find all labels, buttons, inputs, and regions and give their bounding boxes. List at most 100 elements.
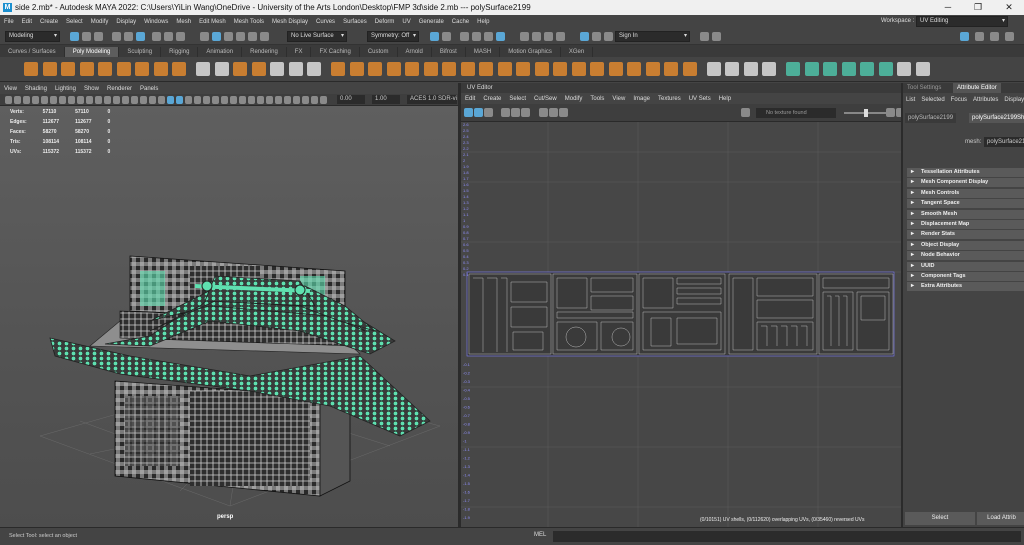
shelf-tab-mash[interactable]: MASH bbox=[466, 47, 501, 57]
viewport-tool-icon[interactable] bbox=[167, 95, 174, 104]
shelf-tab-sculpting[interactable]: Sculpting bbox=[119, 47, 162, 57]
menu-modify[interactable]: Modify bbox=[87, 19, 113, 25]
shelf-tool-icon[interactable] bbox=[79, 62, 94, 76]
viewport-tool-icon[interactable] bbox=[122, 95, 129, 104]
uv-menu-create[interactable]: Create bbox=[479, 96, 505, 102]
status-tool-icon[interactable] bbox=[556, 32, 565, 41]
shelf-tool-icon[interactable] bbox=[423, 62, 438, 76]
menu-file[interactable]: File bbox=[0, 19, 18, 25]
viewport-tool-icon[interactable] bbox=[221, 95, 228, 104]
menu-help[interactable]: Help bbox=[473, 19, 493, 25]
uv-tool-icon[interactable] bbox=[511, 108, 520, 117]
status-tool-icon[interactable] bbox=[224, 32, 233, 41]
status-tool-icon[interactable] bbox=[70, 32, 79, 41]
minimize-icon[interactable]: ─ bbox=[933, 0, 963, 15]
shelf-tool-icon[interactable] bbox=[214, 62, 229, 76]
viewport-menu-renderer[interactable]: Renderer bbox=[103, 86, 136, 92]
uv-tool-icon[interactable] bbox=[549, 108, 558, 117]
viewport-tool-icon[interactable] bbox=[113, 95, 120, 104]
uv-tool-icon[interactable] bbox=[539, 108, 548, 117]
shelf-tool-icon[interactable] bbox=[349, 62, 364, 76]
status-tool-icon[interactable] bbox=[975, 32, 984, 41]
shelf-tool-icon[interactable] bbox=[233, 62, 247, 76]
uv-menu-tools[interactable]: Tools bbox=[586, 96, 608, 102]
viewport-tool-icon[interactable] bbox=[41, 95, 48, 104]
status-tool-icon[interactable] bbox=[484, 32, 493, 41]
shelf-tool-icon[interactable] bbox=[878, 62, 893, 76]
viewport-menu-view[interactable]: View bbox=[0, 86, 21, 92]
mesh-name-field[interactable]: polySurface2199 bbox=[984, 137, 1024, 147]
shelf-tool-icon[interactable] bbox=[516, 62, 530, 76]
shelf-tool-icon[interactable] bbox=[534, 62, 549, 76]
status-tool-icon[interactable] bbox=[990, 32, 999, 41]
shelf-tool-icon[interactable] bbox=[786, 62, 800, 76]
shelf-tab-arnold[interactable]: Arnold bbox=[398, 47, 432, 57]
status-tool-icon[interactable] bbox=[580, 32, 589, 41]
viewport-tool-icon[interactable] bbox=[248, 95, 255, 104]
command-line-input[interactable] bbox=[553, 531, 1021, 542]
status-tool-icon[interactable] bbox=[94, 32, 103, 41]
viewport-tool-icon[interactable] bbox=[275, 95, 282, 104]
shelf-tool-icon[interactable] bbox=[762, 62, 776, 76]
uv-tool-icon[interactable] bbox=[474, 108, 483, 117]
section-smooth-mesh[interactable]: Smooth Mesh bbox=[907, 209, 1024, 219]
uv-menu-uv-sets[interactable]: UV Sets bbox=[685, 96, 715, 102]
viewport-tool-icon[interactable] bbox=[59, 95, 66, 104]
shelf-tool-icon[interactable] bbox=[172, 62, 186, 76]
shelf-tool-icon[interactable] bbox=[645, 62, 660, 76]
uv-menu-help[interactable]: Help bbox=[715, 96, 735, 102]
viewport-tool-icon[interactable] bbox=[158, 95, 165, 104]
status-tool-icon[interactable] bbox=[700, 32, 709, 41]
status-tool-icon[interactable] bbox=[164, 32, 173, 41]
shelf-tab-bifrost[interactable]: Bifrost bbox=[432, 47, 466, 57]
shelf-tool-icon[interactable] bbox=[42, 62, 57, 76]
uv-menu-modify[interactable]: Modify bbox=[561, 96, 587, 102]
section-mesh-component-display[interactable]: Mesh Component Display bbox=[907, 178, 1024, 188]
viewport-tool-icon[interactable] bbox=[311, 95, 318, 104]
status-tool-icon[interactable] bbox=[460, 32, 469, 41]
section-uuid[interactable]: UUID bbox=[907, 261, 1024, 271]
shelf-tool-icon[interactable] bbox=[386, 62, 401, 76]
shelf-tool-icon[interactable] bbox=[98, 62, 112, 76]
shelf-tool-icon[interactable] bbox=[460, 62, 475, 76]
shelf-tool-icon[interactable] bbox=[841, 62, 856, 76]
live-surface-field[interactable]: No Live Surface bbox=[287, 31, 347, 42]
uv-grid[interactable]: 2.62.52.42.32.22.121.91.81.71.61.51.41.3… bbox=[461, 122, 901, 527]
shelf-tool-icon[interactable] bbox=[743, 62, 758, 76]
viewport-tool-icon[interactable] bbox=[203, 95, 210, 104]
menu-select[interactable]: Select bbox=[62, 19, 87, 25]
shelf-tab-rigging[interactable]: Rigging bbox=[161, 47, 199, 57]
status-tool-icon[interactable] bbox=[200, 32, 209, 41]
viewport-tool-icon[interactable] bbox=[293, 95, 300, 104]
colorspace-dropdown[interactable]: ACES 1.0 SDR-vi bbox=[407, 95, 457, 104]
status-tool-icon[interactable] bbox=[960, 32, 969, 41]
node-tab-transform[interactable]: polySurface2199 bbox=[905, 113, 957, 123]
shelf-tool-icon[interactable] bbox=[682, 62, 697, 76]
shelf-tool-icon[interactable] bbox=[307, 62, 321, 76]
shelf-tool-icon[interactable] bbox=[116, 62, 131, 76]
shelf-tool-icon[interactable] bbox=[915, 62, 930, 76]
viewport-menu-shading[interactable]: Shading bbox=[21, 86, 51, 92]
section-tangent-space[interactable]: Tangent Space bbox=[907, 199, 1024, 209]
shelf-tool-icon[interactable] bbox=[897, 62, 911, 76]
menu-uv[interactable]: UV bbox=[398, 19, 414, 25]
menu-display[interactable]: Display bbox=[112, 19, 140, 25]
status-tool-icon[interactable] bbox=[532, 32, 541, 41]
viewport-menu-panels[interactable]: Panels bbox=[136, 86, 162, 92]
maximize-icon[interactable]: ❐ bbox=[963, 0, 993, 15]
shelf-tab-animation[interactable]: Animation bbox=[198, 47, 243, 57]
shelf-tool-icon[interactable] bbox=[860, 62, 874, 76]
shelf-tool-icon[interactable] bbox=[706, 62, 721, 76]
viewport-scene[interactable] bbox=[0, 106, 458, 527]
ae-menu-attributes[interactable]: Attributes bbox=[970, 97, 1001, 103]
viewport-tool-icon[interactable] bbox=[68, 95, 75, 104]
shelf-tab-custom[interactable]: Custom bbox=[360, 47, 398, 57]
status-tool-icon[interactable] bbox=[472, 32, 481, 41]
viewport-tool-icon[interactable] bbox=[23, 95, 30, 104]
status-tool-icon[interactable] bbox=[124, 32, 133, 41]
status-tool-icon[interactable] bbox=[604, 32, 613, 41]
menu-create[interactable]: Create bbox=[36, 19, 62, 25]
uv-canvas[interactable]: 2.6 2.5 2.4 2.3 2.2 2.1 2 1.9 1.8 1.7 1.6 1.5 1.4 1.3… bbox=[461, 122, 901, 527]
workspace-dropdown[interactable]: UV Editing bbox=[916, 16, 1008, 27]
uv-tool-icon[interactable] bbox=[741, 108, 750, 117]
